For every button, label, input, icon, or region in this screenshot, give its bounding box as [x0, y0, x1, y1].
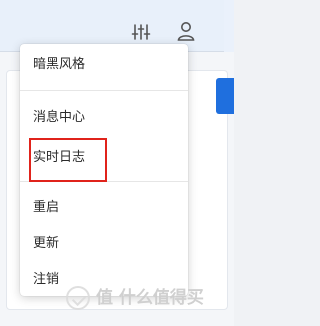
- filter-settings-icon[interactable]: [130, 22, 152, 42]
- menu-item-dark-mode[interactable]: 暗黑风格: [20, 49, 188, 81]
- user-icon[interactable]: [177, 20, 195, 42]
- app-screen: 暗黑风格 消息中心 实时日志 重启 更新 注销 值 什么值得买: [0, 0, 234, 326]
- menu-item-update[interactable]: 更新: [20, 228, 188, 260]
- menu-divider: [20, 181, 188, 182]
- background-primary-button[interactable]: [216, 78, 234, 114]
- watermark-logo-icon: [66, 286, 90, 310]
- menu-divider: [20, 90, 188, 91]
- watermark-text: 值 什么值得买: [96, 288, 204, 308]
- user-dropdown-menu: 暗黑风格 消息中心 实时日志 重启 更新 注销: [20, 44, 188, 296]
- watermark: 值 什么值得买: [66, 286, 230, 310]
- menu-item-live-log[interactable]: 实时日志: [20, 142, 188, 174]
- menu-item-restart[interactable]: 重启: [20, 192, 188, 224]
- menu-item-message-center[interactable]: 消息中心: [20, 102, 188, 134]
